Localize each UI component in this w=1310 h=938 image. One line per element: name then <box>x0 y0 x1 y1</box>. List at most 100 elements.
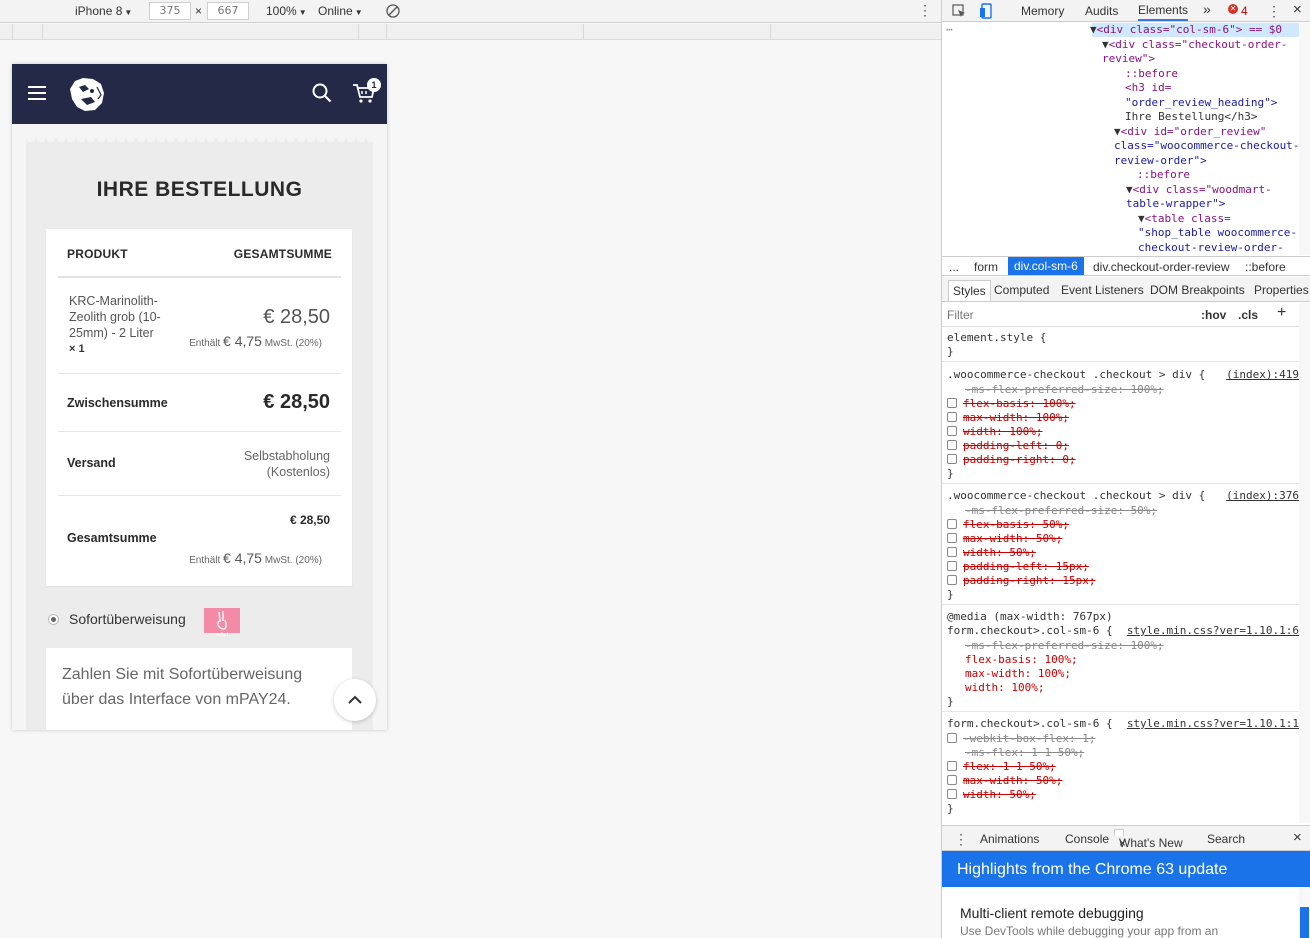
height-input[interactable]: 667 <box>207 2 249 20</box>
declaration-checkbox[interactable] <box>947 547 957 557</box>
search-icon[interactable] <box>312 83 332 103</box>
declaration-checkbox[interactable] <box>947 575 957 585</box>
declaration-checkbox[interactable] <box>947 533 957 543</box>
declaration-checkbox[interactable] <box>947 426 957 436</box>
payment-method-label[interactable]: Sofortüberweisung <box>69 611 186 627</box>
declaration-text: padding-left: 0; <box>963 439 1069 452</box>
declaration-checkbox[interactable] <box>947 561 957 571</box>
tree-node-checkout-order-review[interactable]: ▼<div class="checkout-order- <box>1102 38 1287 53</box>
close-devtools-icon[interactable]: × <box>1293 1 1302 18</box>
product-tax-line: Enthält € 4,75 MwSt. (20%) <box>189 333 322 349</box>
tab-search[interactable]: Search <box>1207 832 1245 846</box>
breadcrumb-ellipsis[interactable]: ... <box>949 260 959 274</box>
whats-new-scrollbar[interactable] <box>1299 887 1310 938</box>
tree-text: <div class="checkout-order- <box>1108 37 1288 51</box>
rule-source-link[interactable]: (index):376 <box>1226 489 1299 503</box>
tree-node-table-wrapper[interactable]: ▼<div class="woodmart- <box>1126 183 1272 198</box>
declaration-checkbox[interactable] <box>947 761 957 771</box>
css-declaration[interactable]: padding-left: 0; <box>947 439 1069 453</box>
tree-node-col-sm-6[interactable]: ▼<div class="col-sm-6"> == $0 <box>1090 23 1282 38</box>
device-more-icon[interactable]: ⋮ <box>918 3 932 17</box>
tree-pseudo[interactable]: ::before <box>1137 168 1190 183</box>
tab-elements[interactable]: Elements <box>1138 3 1189 21</box>
declaration-checkbox[interactable] <box>947 440 957 450</box>
tab-properties[interactable]: Properties <box>1254 283 1309 297</box>
zoom-select[interactable]: 100% ▼ <box>266 4 307 18</box>
css-declaration[interactable]: width: 50%; <box>947 546 1036 560</box>
breadcrumb-checkout-order-review[interactable]: div.checkout-order-review <box>1093 260 1230 274</box>
css-declaration[interactable]: -webkit-box-flex: 1; <box>947 732 1095 746</box>
cls-toggle[interactable]: .cls <box>1238 308 1258 322</box>
css-declaration[interactable]: width: 100%; <box>947 425 1042 439</box>
breadcrumb-form[interactable]: form <box>974 260 998 274</box>
tab-console[interactable]: Console <box>1065 832 1109 846</box>
tab-whats-new[interactable]: What's New × <box>1114 829 1183 850</box>
breadcrumb-before[interactable]: ::before <box>1245 260 1286 274</box>
css-declaration[interactable]: flex-basis: 50%; <box>947 518 1069 532</box>
menu-icon[interactable] <box>28 86 46 101</box>
filter-input[interactable]: Filter <box>947 308 974 322</box>
tab-event-listeners[interactable]: Event Listeners <box>1061 283 1144 297</box>
css-declaration[interactable]: width: 50%; <box>947 788 1036 802</box>
tree-node-table[interactable]: ▼<table class= <box>1138 212 1231 227</box>
css-declaration[interactable]: max-width: 50%; <box>947 774 1062 788</box>
media-query-ruler <box>0 24 941 40</box>
css-declaration[interactable]: max-width: 50%; <box>947 532 1062 546</box>
tree-node-order-review[interactable]: ▼<div id="order_review" <box>1114 125 1266 140</box>
error-icon[interactable]: ✕ <box>1228 4 1238 14</box>
devtools-menu-icon[interactable]: ⋮ <box>1267 4 1281 18</box>
tree-pseudo[interactable]: ::before <box>1125 67 1178 82</box>
drawer-menu-icon[interactable]: ⋮ <box>954 832 968 846</box>
rotate-icon[interactable] <box>386 4 400 18</box>
declaration-checkbox[interactable] <box>947 789 957 799</box>
styles-scrollbar[interactable] <box>1299 303 1310 823</box>
new-rule-button[interactable]: + <box>1277 304 1286 322</box>
tab-animations[interactable]: Animations <box>980 832 1039 846</box>
close-tab-icon[interactable]: × <box>1119 836 1126 850</box>
payment-radio[interactable] <box>48 614 59 625</box>
collapse-arrow-icon: ▼ <box>1090 23 1097 36</box>
declaration-checkbox[interactable] <box>947 519 957 529</box>
rule-close: } <box>947 695 954 708</box>
declaration-checkbox[interactable] <box>947 733 957 743</box>
css-declaration[interactable]: flex: 1 1 50%; <box>947 760 1056 774</box>
css-declaration[interactable]: flex-basis: 100%; <box>947 397 1076 411</box>
width-input[interactable]: 375 <box>149 2 191 20</box>
declaration-checkbox[interactable] <box>947 454 957 464</box>
subtotal-label: Zwischensumme <box>67 396 168 410</box>
tab-memory[interactable]: Memory <box>1021 4 1064 18</box>
rule-source-link[interactable]: style.min.css?ver=1.10.1:1 <box>1127 717 1299 731</box>
declaration-text: padding-right: 0; <box>963 453 1076 466</box>
rule-source-link[interactable]: style.min.css?ver=1.10.1:6 <box>1127 624 1299 638</box>
declaration-text: padding-right: 15px; <box>963 574 1096 587</box>
more-tabs-icon[interactable]: » <box>1203 1 1211 17</box>
dog-logo-icon[interactable] <box>67 75 107 113</box>
network-select[interactable]: Online ▼ <box>318 4 363 18</box>
tab-styles[interactable]: Styles <box>948 280 991 301</box>
tab-audits[interactable]: Audits <box>1085 4 1118 18</box>
css-declaration[interactable]: max-width: 100%; <box>965 667 1071 681</box>
close-drawer-icon[interactable]: × <box>1293 829 1302 846</box>
css-declaration[interactable]: padding-right: 0; <box>947 453 1076 467</box>
inspect-icon[interactable] <box>952 4 966 18</box>
rule-source-link[interactable]: (index):419 <box>1226 368 1299 382</box>
css-declaration[interactable]: max-width: 100%; <box>947 411 1069 425</box>
device-select[interactable]: iPhone 8 ▼ <box>75 4 132 18</box>
css-declaration[interactable]: padding-left: 15px; <box>947 560 1089 574</box>
css-declaration[interactable]: width: 100%; <box>965 681 1044 695</box>
scroll-to-top-button[interactable] <box>334 679 376 721</box>
tree-node-h3[interactable]: <h3 id= <box>1125 81 1171 96</box>
tab-computed[interactable]: Computed <box>994 283 1049 297</box>
device-mode-icon[interactable] <box>979 3 993 19</box>
css-declaration[interactable]: padding-right: 15px; <box>947 574 1095 588</box>
declaration-checkbox[interactable] <box>947 398 957 408</box>
breadcrumb-col-sm-6[interactable]: div.col-sm-6 <box>1008 257 1084 275</box>
declaration-checkbox[interactable] <box>947 775 957 785</box>
declaration-checkbox[interactable] <box>947 412 957 422</box>
elements-scrollbar[interactable] <box>1299 23 1310 255</box>
hov-toggle[interactable]: :hov <box>1201 308 1226 322</box>
css-declaration[interactable]: flex-basis: 100%; <box>965 653 1078 667</box>
tab-dom-breakpoints[interactable]: DOM Breakpoints <box>1150 283 1245 297</box>
declaration-text: padding-left: 15px; <box>963 560 1089 573</box>
feature-title[interactable]: Multi-client remote debugging <box>960 905 1144 921</box>
